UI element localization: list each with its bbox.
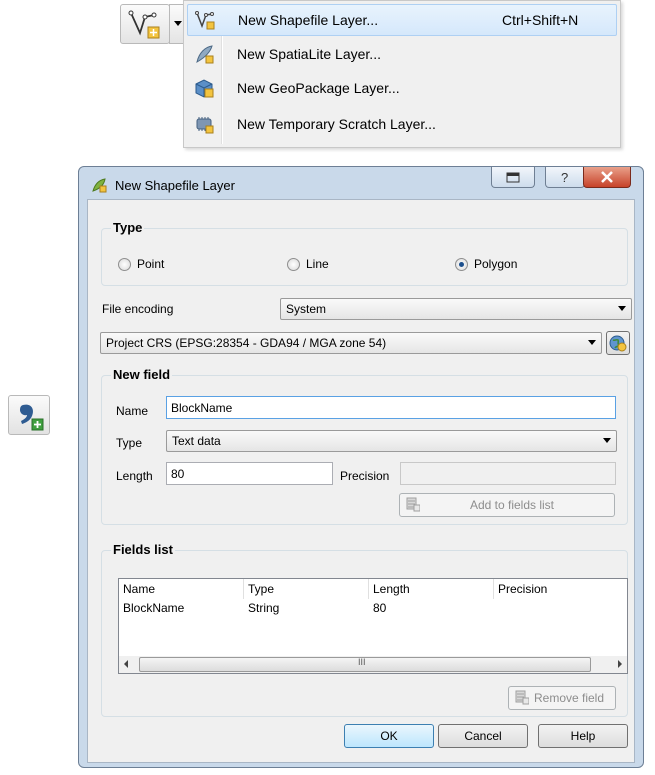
fields-list-group-title: Fields list: [111, 542, 175, 557]
svg-text:?: ?: [561, 170, 568, 185]
field-length-input[interactable]: 80: [166, 462, 333, 485]
help-button[interactable]: Help: [538, 724, 628, 748]
name-label: Name: [116, 404, 149, 418]
cell-name: BlockName: [123, 601, 185, 615]
menu-item-new-geopackage[interactable]: New GeoPackage Layer...: [187, 73, 615, 103]
scroll-left-icon[interactable]: [124, 660, 128, 668]
field-name-value: BlockName: [171, 401, 233, 415]
question-icon: ?: [561, 170, 568, 185]
chevron-down-icon: [603, 438, 611, 443]
dialog-body: Type Point Line Polygon File encoding Sy…: [87, 199, 635, 763]
restore-button[interactable]: [491, 167, 535, 188]
column-header-type[interactable]: Type: [244, 579, 369, 599]
add-to-fields-list-label: Add to fields list: [469, 498, 555, 512]
remove-field-button[interactable]: Remove field: [508, 686, 616, 710]
crs-select[interactable]: Project CRS (EPSG:28354 - GDA94 / MGA zo…: [100, 332, 602, 354]
menu-item-label: New Shapefile Layer...: [238, 12, 379, 28]
field-type-select[interactable]: Text data: [166, 430, 617, 452]
cancel-button[interactable]: Cancel: [438, 724, 528, 748]
ok-button[interactable]: OK: [344, 724, 434, 748]
radio-line[interactable]: [287, 258, 300, 271]
length-label: Length: [116, 469, 153, 483]
menu-item-new-spatialite[interactable]: New SpatiaLite Layer...: [187, 39, 615, 69]
menu-item-new-shapefile[interactable]: New Shapefile Layer... Ctrl+Shift+N: [187, 4, 617, 36]
field-type-value: Text data: [172, 434, 221, 448]
add-field-side-button[interactable]: [8, 395, 50, 435]
new-shapefile-dialog: New Shapefile Layer ? Type Point Line Po…: [78, 166, 644, 768]
menu-item-label: New SpatiaLite Layer...: [237, 46, 381, 62]
crs-value: Project CRS (EPSG:28354 - GDA94 / MGA zo…: [106, 336, 387, 350]
field-precision-input[interactable]: [400, 462, 616, 485]
dialog-title: New Shapefile Layer: [115, 178, 235, 193]
shapefile-title-icon: [92, 178, 107, 193]
scratch-layer-icon: [196, 117, 214, 134]
radio-polygon-label: Polygon: [474, 257, 518, 271]
column-header-name[interactable]: Name: [119, 579, 244, 599]
new-layer-menu: New Shapefile Layer... Ctrl+Shift+N New …: [183, 0, 621, 148]
restore-icon: [506, 172, 520, 183]
close-button[interactable]: [583, 167, 631, 188]
scroll-right-icon[interactable]: [618, 660, 622, 668]
type-label: Type: [116, 436, 143, 450]
crs-selector-button[interactable]: [606, 331, 630, 355]
radio-polygon[interactable]: [455, 258, 468, 271]
column-header-precision[interactable]: Precision: [494, 579, 626, 599]
geopackage-icon: [195, 79, 214, 98]
new-field-group-title: New field: [111, 367, 173, 382]
radio-point[interactable]: [118, 258, 131, 271]
chevron-down-icon: [618, 306, 626, 311]
file-encoding-select[interactable]: System: [280, 298, 632, 320]
chevron-down-icon: [588, 340, 596, 345]
field-name-input[interactable]: BlockName: [166, 396, 616, 419]
menu-item-new-scratch-layer[interactable]: New Temporary Scratch Layer...: [187, 109, 615, 139]
radio-line-label: Line: [306, 257, 329, 271]
type-group: [101, 228, 628, 286]
type-group-title: Type: [111, 220, 145, 235]
file-encoding-label: File encoding: [102, 302, 174, 316]
help-caption-button[interactable]: ?: [545, 167, 585, 188]
file-encoding-value: System: [286, 302, 327, 316]
feather-icon: [196, 45, 214, 64]
remove-field-label: Remove field: [533, 691, 605, 705]
horizontal-scrollbar[interactable]: III: [118, 656, 628, 674]
menu-item-label: New GeoPackage Layer...: [237, 80, 400, 96]
add-to-fields-list-button[interactable]: Add to fields list: [399, 493, 615, 517]
menu-shortcut: Ctrl+Shift+N: [502, 12, 579, 28]
menu-item-label: New Temporary Scratch Layer...: [237, 116, 436, 132]
field-length-value: 80: [171, 467, 185, 481]
new-layer-tool-button[interactable]: [120, 4, 170, 44]
close-icon: [601, 171, 613, 183]
fields-table[interactable]: Name Type Length Precision BlockName Str…: [118, 578, 628, 660]
column-header-length[interactable]: Length: [369, 579, 494, 599]
cell-length: 80: [373, 601, 387, 615]
radio-point-label: Point: [137, 257, 165, 271]
comma-plus-icon: [20, 404, 44, 431]
precision-label: Precision: [340, 469, 390, 483]
new-vector-layer-icon: [128, 10, 160, 39]
shapefile-icon: [195, 11, 215, 30]
globe-icon: [609, 335, 627, 352]
cell-type: String: [248, 601, 280, 615]
add-field-icon: [406, 497, 420, 512]
remove-field-icon: [515, 690, 529, 705]
scroll-grip: III: [358, 657, 366, 667]
scrollbar-thumb[interactable]: III: [139, 657, 591, 672]
